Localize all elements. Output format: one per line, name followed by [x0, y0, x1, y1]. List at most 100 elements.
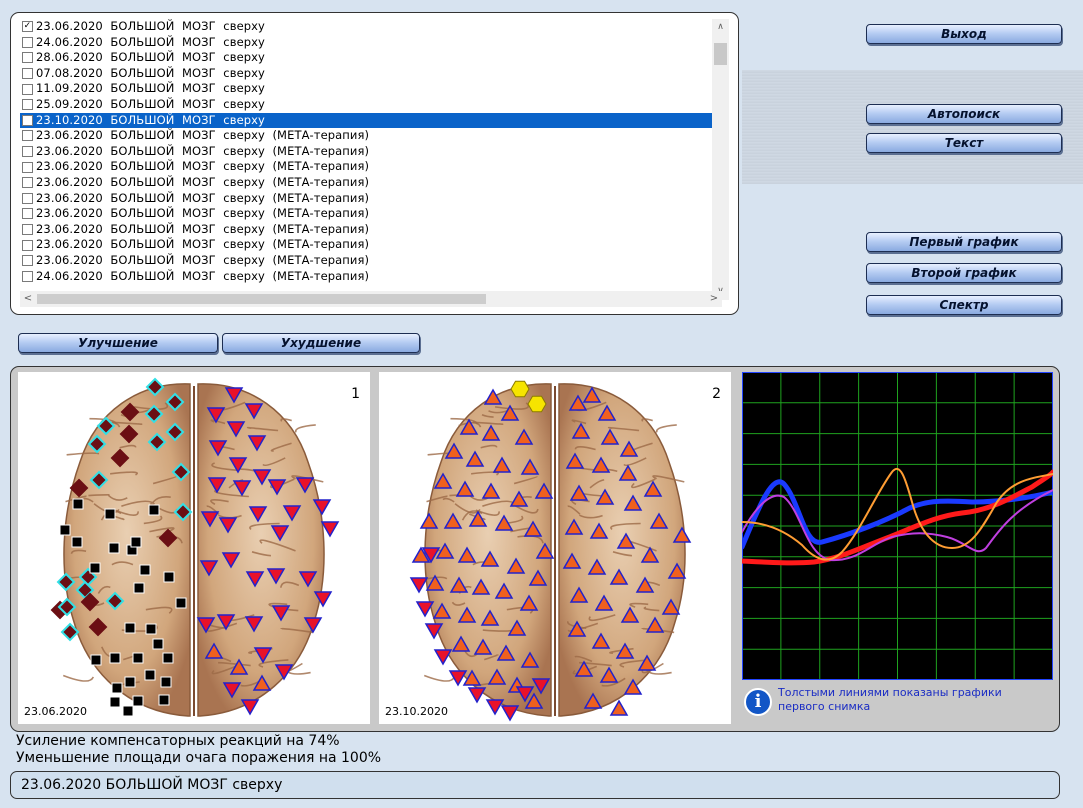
list-item[interactable]: 24.06.2020 БОЛЬШОЙ МОЗГ сверху — [20, 35, 722, 51]
record-list[interactable]: ✓ 23.06.2020 БОЛЬШОЙ МОЗГ сверху 24.06.202… — [10, 12, 739, 315]
marker-square — [163, 571, 175, 583]
checkbox[interactable] — [22, 68, 33, 80]
list-item-label: 23.06.2020 БОЛЬШОЙ МОЗГ сверху (МЕТА-тер… — [36, 190, 370, 205]
brain-number: 1 — [351, 386, 360, 402]
list-item[interactable]: ✓ 23.06.2020 БОЛЬШОЙ МОЗГ сверху — [20, 19, 722, 35]
scrollbar-thumb[interactable] — [714, 43, 727, 65]
status-bar: 23.06.2020 БОЛЬШОЙ МОЗГ сверху — [10, 771, 1060, 799]
record-list-items[interactable]: ✓ 23.06.2020 БОЛЬШОЙ МОЗГ сверху 24.06.202… — [20, 19, 722, 300]
marker-square — [145, 623, 157, 635]
list-item-label: 24.06.2020 БОЛЬШОЙ МОЗГ сверху (МЕТА-тер… — [36, 268, 370, 283]
background-band — [742, 70, 1083, 184]
marker-square — [124, 622, 136, 634]
marker-triangle-down — [240, 699, 260, 716]
list-item[interactable]: 24.06.2020 БОЛЬШОЙ МОЗГ сверху (МЕТА-тер… — [20, 269, 722, 285]
vertical-scrollbar[interactable]: ∧ ∨ — [712, 19, 729, 300]
list-item-label: 25.09.2020 БОЛЬШОЙ МОЗГ сверху — [36, 96, 265, 111]
list-item-label: 23.06.2020 БОЛЬШОЙ МОЗГ сверху (МЕТА-тер… — [36, 252, 370, 267]
list-item-label: 24.06.2020 БОЛЬШОЙ МОЗГ сверху — [36, 34, 265, 49]
marker-square — [148, 504, 160, 516]
brain-gyrus — [423, 674, 456, 682]
list-item[interactable]: 23.06.2020 БОЛЬШОЙ МОЗГ сверху (МЕТА-тер… — [20, 144, 722, 160]
checkbox[interactable] — [22, 161, 33, 173]
list-item[interactable]: 23.06.2020 БОЛЬШОЙ МОЗГ сверху (МЕТА-тер… — [20, 237, 722, 253]
brain-gyrus — [88, 493, 110, 497]
spectrum-button[interactable]: Спектр — [866, 295, 1062, 315]
marker-square — [130, 536, 142, 548]
list-item[interactable]: 25.09.2020 БОЛЬШОЙ МОЗГ сверху — [20, 97, 722, 113]
list-item-label: 23.06.2020 БОЛЬШОЙ МОЗГ сверху (МЕТА-тер… — [36, 128, 370, 143]
marker-triangle-down — [409, 577, 429, 594]
brain-image-1[interactable]: 1 23.06.2020 — [18, 372, 370, 724]
checkbox[interactable] — [22, 255, 33, 267]
brain-image-2[interactable]: 2 23.10.2020 — [379, 372, 731, 724]
list-item[interactable]: 23.06.2020 БОЛЬШОЙ МОЗГ сверху (МЕТА-тер… — [20, 159, 722, 175]
checkbox[interactable] — [22, 83, 33, 95]
marker-square — [139, 564, 151, 576]
exit-button[interactable]: Выход — [866, 24, 1062, 44]
graph-area[interactable] — [739, 372, 1056, 680]
marker-triangle-down — [485, 699, 505, 716]
list-item[interactable]: 23.06.2020 БОЛЬШОЙ МОЗГ сверху (МЕТА-тер… — [20, 128, 722, 144]
marker-triangle-down — [433, 649, 453, 666]
marker-square — [133, 582, 145, 594]
list-item[interactable]: 23.06.2020 БОЛЬШОЙ МОЗГ сверху (МЕТА-тер… — [20, 253, 722, 269]
checkbox[interactable] — [22, 224, 33, 236]
result-line-2: Уменьшение площади очага поражения на 10… — [16, 750, 382, 766]
chevron-left-icon[interactable]: < — [20, 291, 36, 307]
marker-triangle-down — [448, 670, 468, 687]
brain-date: 23.10.2020 — [385, 705, 448, 718]
deterioration-button[interactable]: Ухудшение — [222, 333, 420, 353]
marker-square — [132, 652, 144, 664]
checkbox[interactable] — [22, 146, 33, 158]
list-item-label: 23.06.2020 БОЛЬШОЙ МОЗГ сверху (МЕТА-тер… — [36, 206, 370, 221]
brain-svg-2 — [409, 380, 692, 722]
horizontal-scrollbar[interactable]: < > — [20, 291, 722, 307]
checkbox[interactable] — [22, 208, 33, 220]
marker-triangle-down — [467, 687, 487, 704]
checkbox[interactable] — [22, 239, 33, 251]
list-item[interactable]: 07.08.2020 БОЛЬШОЙ МОЗГ сверху — [20, 66, 722, 82]
list-item[interactable]: 23.06.2020 БОЛЬШОЙ МОЗГ сверху (МЕТА-тер… — [20, 222, 722, 238]
list-item[interactable]: 23.10.2020 БОЛЬШОЙ МОЗГ сверху — [20, 112, 722, 129]
list-item-label: 23.06.2020 БОЛЬШОЙ МОЗГ сверху (МЕТА-тер… — [36, 159, 370, 174]
autosearch-button[interactable]: Автопоиск — [866, 104, 1062, 124]
checkbox[interactable] — [22, 270, 33, 282]
list-item[interactable]: 11.09.2020 БОЛЬШОЙ МОЗГ сверху — [20, 81, 722, 97]
scrollbar-thumb[interactable] — [37, 294, 486, 304]
marker-square — [109, 696, 121, 708]
list-item-label: 23.06.2020 БОЛЬШОЙ МОЗГ сверху (МЕТА-тер… — [36, 143, 370, 158]
second-graph-button[interactable]: Второй график — [866, 263, 1062, 283]
checkbox[interactable] — [22, 52, 33, 64]
brain-gyrus — [294, 424, 316, 433]
checkbox[interactable] — [22, 114, 33, 126]
list-item[interactable]: 23.06.2020 БОЛЬШОЙ МОЗГ сверху (МЕТА-тер… — [20, 191, 722, 207]
info-icon: i — [744, 688, 772, 716]
checkbox[interactable] — [22, 36, 33, 48]
chevron-up-icon[interactable]: ∧ — [712, 19, 729, 36]
checkbox[interactable] — [22, 192, 33, 204]
marker-square — [109, 652, 121, 664]
improvement-button[interactable]: Улучшение — [18, 333, 218, 353]
marker-square — [160, 676, 172, 688]
chevron-right-icon[interactable]: > — [706, 291, 722, 307]
marker-square — [72, 498, 84, 510]
marker-hexagon — [510, 380, 530, 398]
marker-square — [90, 654, 102, 666]
list-item[interactable]: 23.06.2020 БОЛЬШОЙ МОЗГ сверху (МЕТА-тер… — [20, 206, 722, 222]
marker-square — [158, 694, 170, 706]
list-item[interactable]: 28.06.2020 БОЛЬШОЙ МОЗГ сверху — [20, 50, 722, 66]
marker-square — [111, 682, 123, 694]
text-button[interactable]: Текст — [866, 133, 1062, 153]
list-item[interactable]: 23.06.2020 БОЛЬШОЙ МОЗГ сверху (МЕТА-тер… — [20, 175, 722, 191]
marker-square — [122, 705, 134, 717]
checkbox[interactable] — [22, 99, 33, 111]
first-graph-button[interactable]: Первый график — [866, 232, 1062, 252]
checkbox[interactable] — [22, 130, 33, 142]
list-item-label: 23.06.2020 БОЛЬШОЙ МОЗГ сверху (МЕТА-тер… — [36, 221, 370, 236]
list-item-label: 23.06.2020 БОЛЬШОЙ МОЗГ сверху (МЕТА-тер… — [36, 174, 370, 189]
checkbox-checked[interactable]: ✓ — [22, 21, 33, 33]
marker-square — [59, 524, 71, 536]
marker-square — [104, 508, 116, 520]
checkbox[interactable] — [22, 177, 33, 189]
